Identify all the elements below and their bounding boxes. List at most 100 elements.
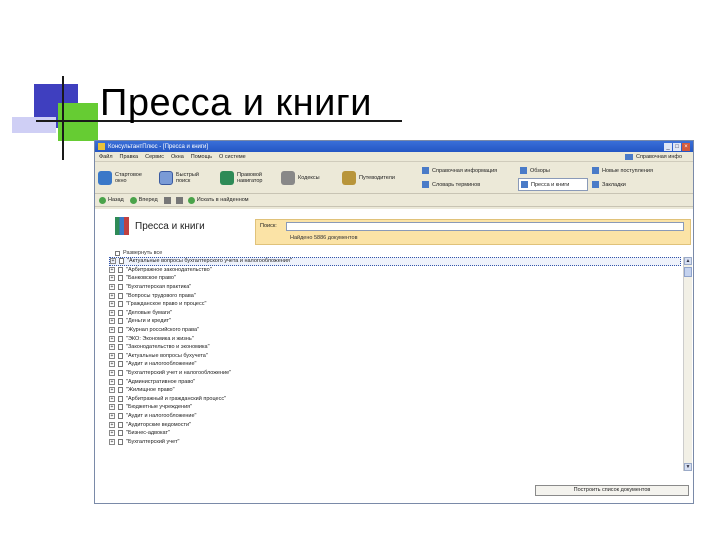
link-reference-info[interactable]: Справочная информация bbox=[420, 164, 516, 177]
expand-toggle-icon[interactable]: + bbox=[109, 309, 115, 316]
expand-toggle-icon[interactable]: + bbox=[109, 395, 115, 402]
scroll-thumb[interactable] bbox=[684, 267, 692, 277]
list-item[interactable]: + "Деньги и кредит" bbox=[109, 317, 681, 326]
list-item[interactable]: + "Актуальные вопросы бухгалтерского учет… bbox=[109, 257, 681, 266]
build-list-button[interactable]: Построить список документов bbox=[535, 485, 689, 496]
list-item[interactable]: + "Деловые бумаги" bbox=[109, 309, 681, 318]
window-title: КонсультантПлюс - [Пресса и книги] bbox=[108, 143, 209, 150]
arrow-left-icon bbox=[99, 196, 106, 204]
expand-all-link[interactable]: Развернуть все bbox=[115, 250, 162, 256]
list-item[interactable]: + "Законодательство и экономика" bbox=[109, 343, 681, 352]
menu-right-label: Справочная инфо bbox=[635, 153, 682, 160]
list-item[interactable]: + "Бюджетные учреждения" bbox=[109, 403, 681, 412]
list-item[interactable]: + "Аудит и налогообложение" bbox=[109, 360, 681, 369]
expand-toggle-icon[interactable]: + bbox=[109, 430, 115, 437]
list-item-label: "Банковское право" bbox=[126, 275, 176, 282]
maximize-button[interactable]: □ bbox=[673, 142, 681, 151]
list-item[interactable]: + "Бизнес-адвокат" bbox=[109, 429, 681, 438]
start-window-button[interactable]: Стартовое окно bbox=[98, 170, 151, 185]
press-icon bbox=[521, 181, 528, 188]
codex-button[interactable]: Кодексы bbox=[281, 170, 334, 185]
navigation-bar: Назад Вперед Искать в найденном bbox=[95, 194, 693, 207]
info-icon bbox=[624, 153, 633, 160]
list-item[interactable]: + "Административное право" bbox=[109, 377, 681, 386]
menu-windows[interactable]: Окна bbox=[171, 154, 184, 160]
document-icon bbox=[118, 378, 123, 385]
menu-file[interactable]: Файл bbox=[99, 154, 113, 160]
document-icon bbox=[118, 412, 123, 419]
expand-toggle-icon[interactable]: + bbox=[109, 335, 115, 342]
minimize-button[interactable]: _ bbox=[664, 142, 672, 151]
list-item[interactable]: + "Актуальные вопросы бухучета" bbox=[109, 352, 681, 361]
list-item-label: "Бизнес-адвокат" bbox=[126, 430, 170, 437]
legal-navigator-button[interactable]: Правовой навигатор bbox=[220, 170, 273, 185]
expand-toggle-icon[interactable]: + bbox=[109, 421, 115, 428]
word-icon[interactable] bbox=[175, 196, 183, 204]
search-in-found-button[interactable]: Искать в найденном bbox=[187, 196, 249, 204]
forward-button[interactable]: Вперед bbox=[129, 196, 158, 204]
quick-search-button[interactable]: Быстрый поиск bbox=[159, 170, 212, 185]
expand-toggle-icon[interactable]: + bbox=[109, 361, 115, 368]
link-reviews[interactable]: Обзоры bbox=[518, 164, 588, 177]
expand-toggle-icon[interactable]: + bbox=[109, 378, 115, 385]
search-result-count: Найдено 5886 документов bbox=[290, 235, 358, 241]
expand-toggle-icon[interactable]: + bbox=[109, 301, 115, 308]
scroll-up-icon[interactable]: ▲ bbox=[684, 257, 692, 265]
print-icon[interactable] bbox=[163, 196, 171, 204]
expand-toggle-icon[interactable]: + bbox=[109, 438, 115, 445]
list-item[interactable]: + "Вопросы трудового права" bbox=[109, 291, 681, 300]
list-item-label: "Деньги и кредит" bbox=[126, 318, 172, 325]
guides-button[interactable]: Путеводители bbox=[342, 170, 395, 185]
list-item[interactable]: + "Жилищное право" bbox=[109, 386, 681, 395]
expand-toggle-icon[interactable]: + bbox=[109, 327, 115, 334]
menu-service[interactable]: Сервис bbox=[145, 154, 164, 160]
close-button[interactable]: × bbox=[682, 142, 690, 151]
menu-help[interactable]: Помощь bbox=[191, 154, 212, 160]
link-dictionary[interactable]: Словарь терминов bbox=[420, 178, 516, 191]
list-item-label: "Бухгалтерский учет" bbox=[126, 438, 180, 445]
search-input[interactable] bbox=[286, 222, 684, 231]
document-icon bbox=[118, 275, 123, 282]
scroll-down-icon[interactable]: ▼ bbox=[684, 463, 692, 471]
dictionary-icon bbox=[422, 181, 429, 188]
expand-toggle-icon[interactable]: + bbox=[109, 352, 115, 359]
document-icon bbox=[118, 309, 123, 316]
list-scrollbar[interactable]: ▲ ▼ bbox=[683, 257, 692, 471]
list-item[interactable]: + "Бухгалтерский учет и налогообложение" bbox=[109, 369, 681, 378]
expand-toggle-icon[interactable]: + bbox=[109, 318, 115, 325]
list-item[interactable]: + "Аудит и налогообложение" bbox=[109, 412, 681, 421]
expand-toggle-icon[interactable]: + bbox=[109, 292, 115, 299]
list-item[interactable]: + "Бухгалтерская практика" bbox=[109, 283, 681, 292]
expand-toggle-icon[interactable]: + bbox=[109, 284, 115, 291]
content-header: Пресса и книги bbox=[115, 217, 205, 235]
legal-navigator-label: Правовой навигатор bbox=[237, 171, 263, 184]
list-item[interactable]: + "Арбитражный и гражданский процесс" bbox=[109, 395, 681, 404]
home-icon bbox=[98, 170, 112, 185]
expand-toggle-icon[interactable]: + bbox=[109, 266, 115, 273]
menu-right[interactable]: Справочная инфо bbox=[624, 153, 689, 160]
link-press-books[interactable]: Пресса и книги bbox=[518, 178, 588, 191]
expand-toggle-icon[interactable]: + bbox=[109, 344, 115, 351]
list-item[interactable]: + "Бухгалтерский учет" bbox=[109, 437, 681, 446]
expand-toggle-icon[interactable]: + bbox=[109, 404, 115, 411]
expand-toggle-icon[interactable]: + bbox=[110, 258, 116, 265]
window-titlebar[interactable]: КонсультантПлюс - [Пресса и книги] _ □ × bbox=[95, 141, 693, 152]
expand-toggle-icon[interactable]: + bbox=[109, 387, 115, 394]
expand-toggle-icon[interactable]: + bbox=[109, 412, 115, 419]
list-item[interactable]: + "Журнал российского права" bbox=[109, 326, 681, 335]
expand-toggle-icon[interactable]: + bbox=[109, 275, 115, 282]
menu-about[interactable]: О системе bbox=[219, 154, 246, 160]
back-button[interactable]: Назад bbox=[99, 196, 124, 204]
link-bookmarks[interactable]: Закладки bbox=[590, 178, 690, 191]
expand-toggle-icon[interactable]: + bbox=[109, 370, 115, 377]
link-new-arrivals[interactable]: Новые поступления bbox=[590, 164, 690, 177]
document-icon bbox=[118, 344, 123, 351]
list-item[interactable]: + "Аудиторские ведомости" bbox=[109, 420, 681, 429]
list-item[interactable]: + "Гражданское право и процесс" bbox=[109, 300, 681, 309]
list-item[interactable]: + "ЭКО: Экономика и жизнь" bbox=[109, 334, 681, 343]
list-item-label: "ЭКО: Экономика и жизнь" bbox=[126, 335, 194, 342]
menu-edit[interactable]: Правка bbox=[120, 154, 139, 160]
list-item[interactable]: + "Банковское право" bbox=[109, 274, 681, 283]
list-item-label: "Аудит и налогообложение" bbox=[126, 361, 197, 368]
list-item[interactable]: + "Арбитражное законодательство" bbox=[109, 266, 681, 275]
